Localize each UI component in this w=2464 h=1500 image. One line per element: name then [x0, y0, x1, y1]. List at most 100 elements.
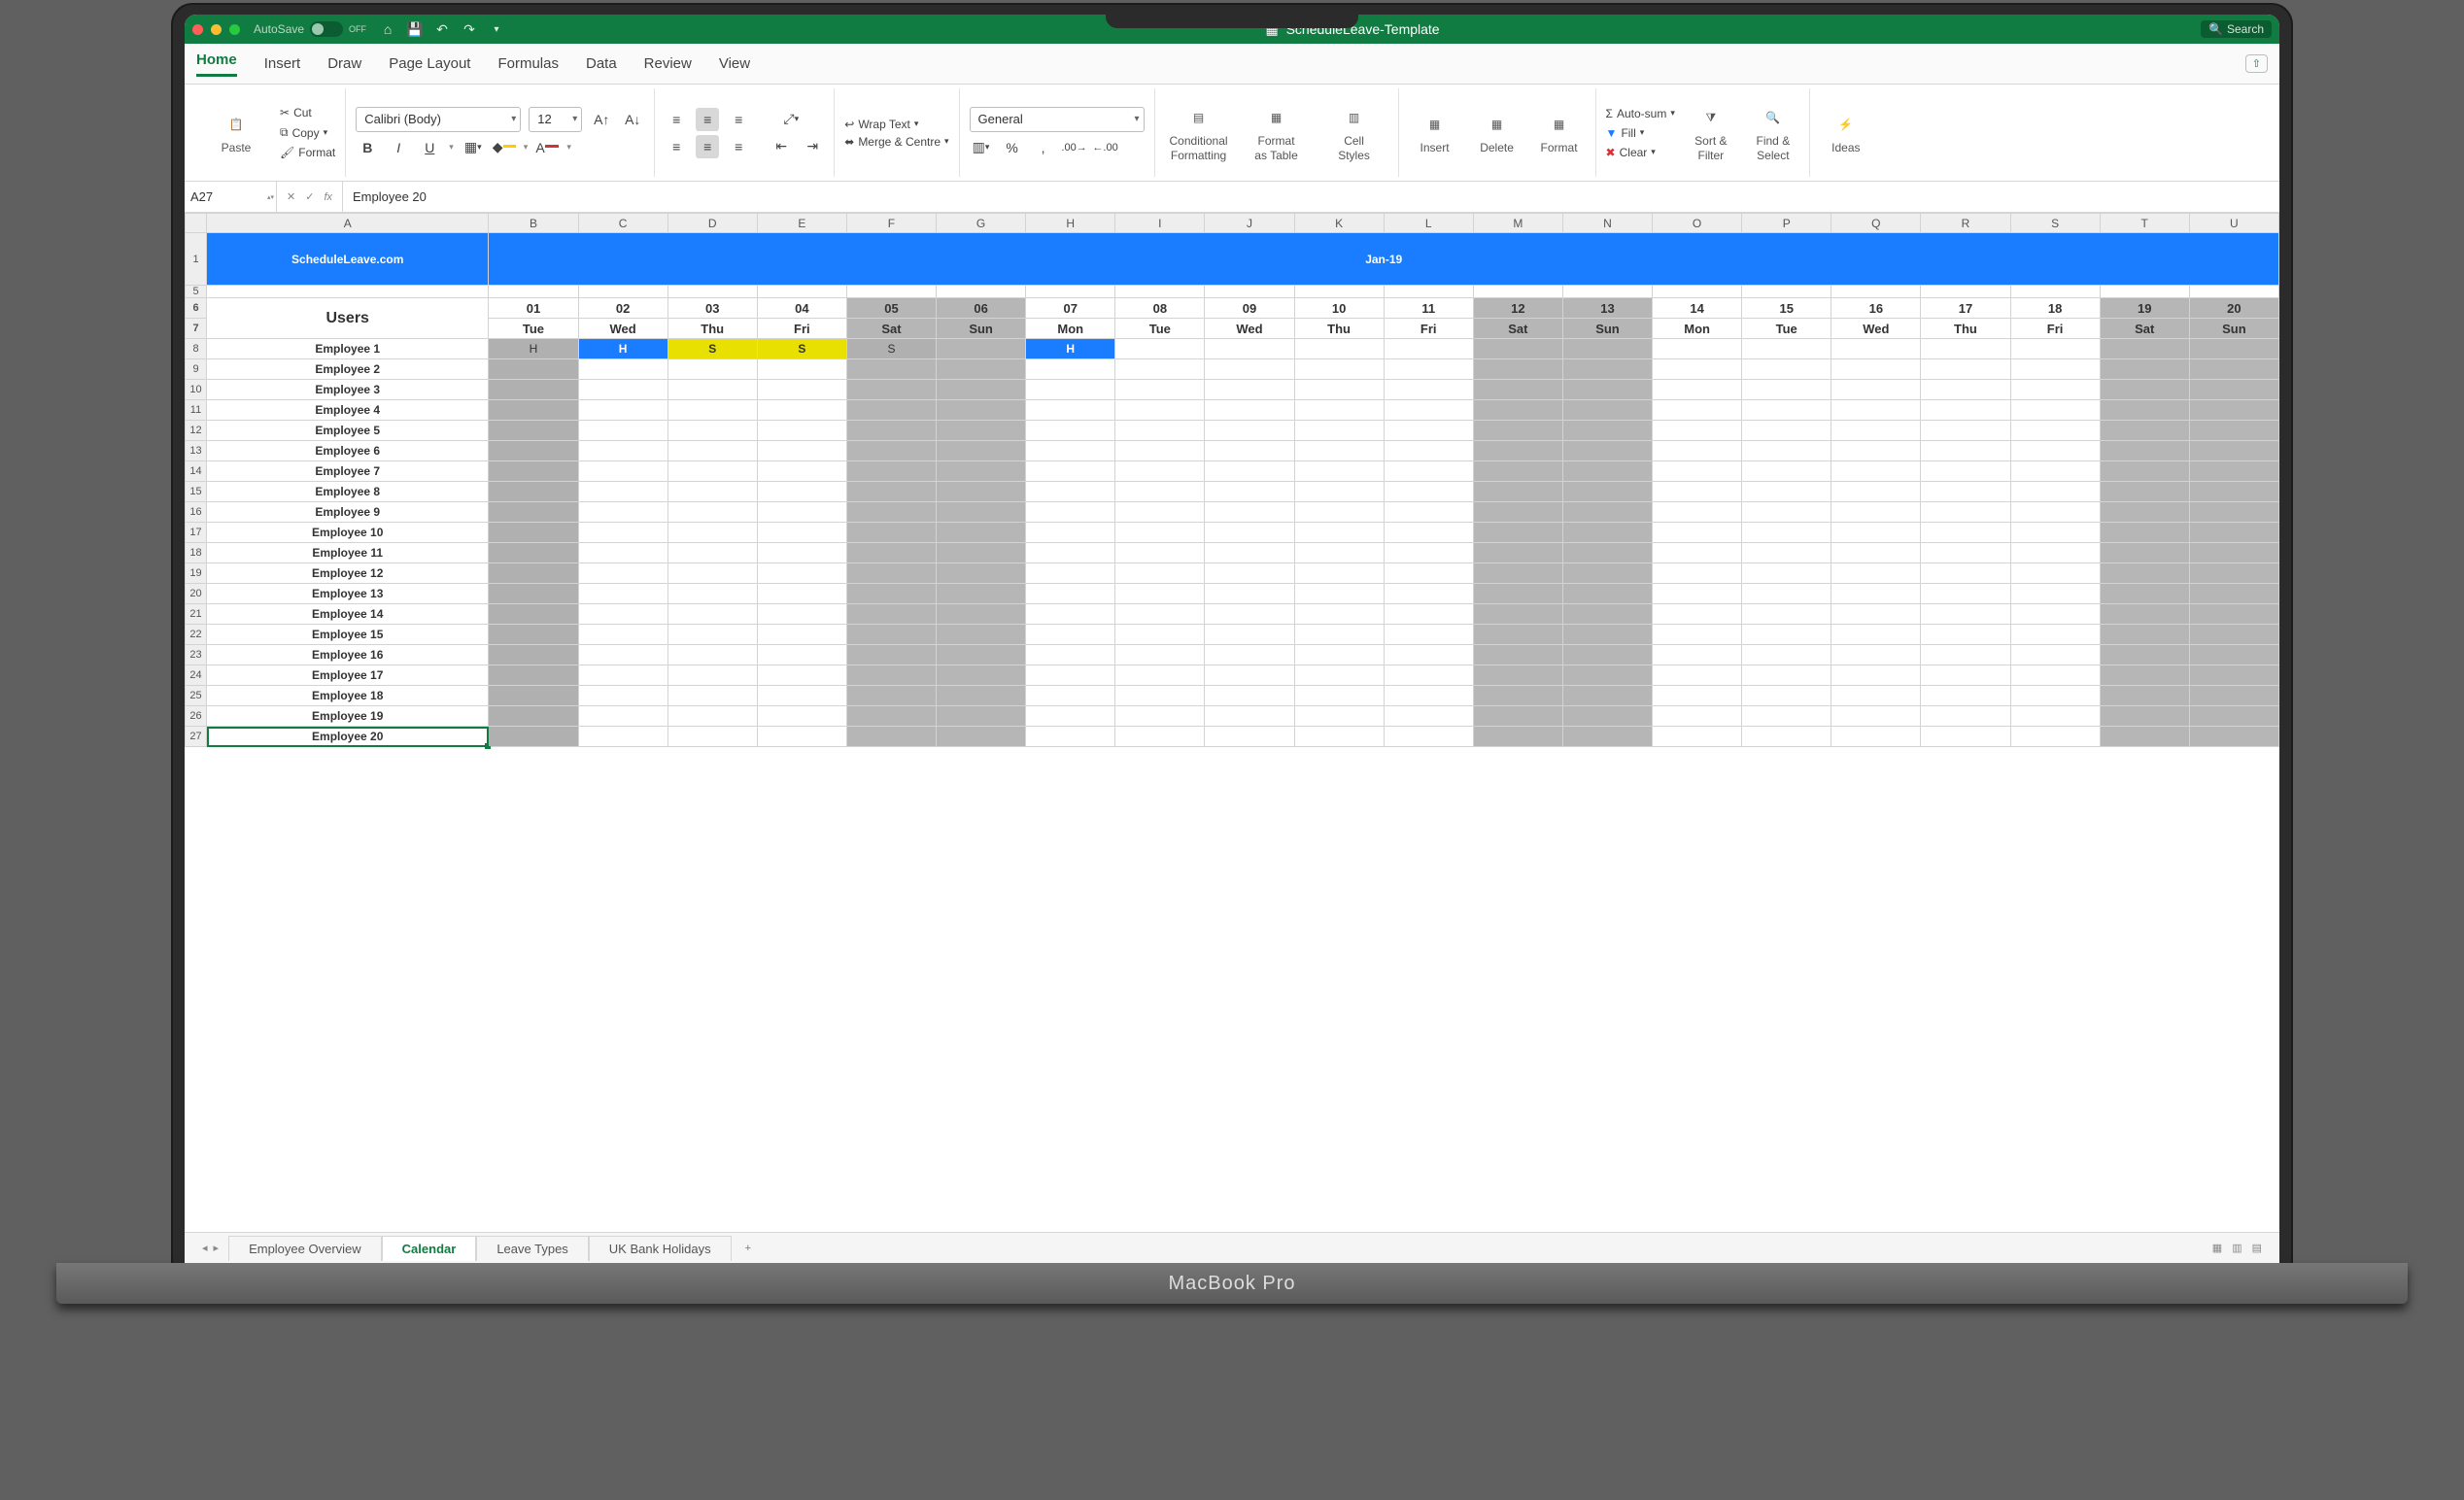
cell[interactable] [1294, 584, 1384, 604]
day-number-cell[interactable]: 12 [1473, 298, 1562, 319]
cell[interactable] [1562, 543, 1652, 563]
cell[interactable] [1473, 727, 1562, 747]
cell[interactable] [1562, 400, 1652, 421]
cell[interactable] [1115, 523, 1205, 543]
cell[interactable] [757, 482, 846, 502]
cell[interactable] [2010, 727, 2100, 747]
formula-input[interactable]: Employee 20 [343, 189, 2279, 204]
insert-button[interactable]: ▦Insert [1409, 110, 1461, 154]
cell[interactable] [2010, 523, 2100, 543]
cell[interactable] [1742, 665, 1831, 686]
cell[interactable] [1742, 563, 1831, 584]
cell[interactable] [2189, 523, 2278, 543]
cell[interactable] [846, 523, 936, 543]
clear-button[interactable]: ✖Clear▾ [1606, 146, 1656, 159]
cell[interactable] [757, 400, 846, 421]
cell[interactable] [1653, 523, 1742, 543]
cell[interactable] [1921, 523, 2010, 543]
cell[interactable] [1026, 563, 1115, 584]
cell[interactable] [667, 482, 757, 502]
day-name-cell[interactable]: Thu [1294, 319, 1384, 339]
ribbon-tab-view[interactable]: View [719, 55, 750, 72]
cell[interactable] [1205, 359, 1294, 380]
cell[interactable] [2100, 461, 2189, 482]
cell[interactable] [1026, 665, 1115, 686]
day-name-cell[interactable]: Thu [667, 319, 757, 339]
fill-color-button[interactable]: ◆ [493, 136, 516, 159]
cell[interactable] [1562, 645, 1652, 665]
cell[interactable] [1831, 625, 1921, 645]
cell[interactable] [846, 421, 936, 441]
employee-cell[interactable]: Employee 17 [207, 665, 489, 686]
column-header[interactable]: I [1115, 214, 1205, 233]
cell[interactable] [2189, 706, 2278, 727]
cell[interactable] [757, 706, 846, 727]
cell[interactable] [1921, 502, 2010, 523]
cell[interactable] [578, 727, 667, 747]
cell[interactable] [667, 706, 757, 727]
cell[interactable] [1294, 502, 1384, 523]
day-number-cell[interactable]: 16 [1831, 298, 1921, 319]
cell[interactable] [489, 286, 578, 298]
cell[interactable] [2100, 441, 2189, 461]
cell[interactable] [1653, 727, 1742, 747]
day-name-cell[interactable]: Wed [1205, 319, 1294, 339]
row-header[interactable]: 7 [186, 319, 207, 339]
cell[interactable] [2010, 286, 2100, 298]
cell[interactable] [1473, 502, 1562, 523]
row-header[interactable]: 16 [186, 502, 207, 523]
cell[interactable] [1921, 441, 2010, 461]
cell[interactable] [937, 359, 1026, 380]
cell[interactable] [1026, 482, 1115, 502]
cell[interactable] [1831, 339, 1921, 359]
cell[interactable] [1384, 604, 1473, 625]
cell[interactable] [667, 604, 757, 625]
day-name-cell[interactable]: Fri [2010, 319, 2100, 339]
day-name-cell[interactable]: Fri [757, 319, 846, 339]
cell[interactable] [1562, 421, 1652, 441]
increase-decimal-icon[interactable]: .00→ [1063, 136, 1086, 159]
cell[interactable] [578, 441, 667, 461]
cell[interactable]: S [757, 339, 846, 359]
cell[interactable] [1294, 645, 1384, 665]
cell[interactable] [1742, 421, 1831, 441]
column-header[interactable]: E [757, 214, 846, 233]
cell[interactable] [578, 625, 667, 645]
sheet-tab-calendar[interactable]: Calendar [382, 1236, 477, 1261]
cell[interactable] [1115, 563, 1205, 584]
cell[interactable] [1026, 604, 1115, 625]
cell[interactable] [757, 380, 846, 400]
cell[interactable] [2100, 421, 2189, 441]
day-name-cell[interactable]: Sun [1562, 319, 1652, 339]
cell[interactable] [1921, 604, 2010, 625]
close-icon[interactable] [192, 24, 203, 35]
cell[interactable] [1294, 523, 1384, 543]
cell[interactable] [1294, 625, 1384, 645]
cell[interactable] [1473, 461, 1562, 482]
day-name-cell[interactable]: Sat [846, 319, 936, 339]
cell[interactable] [1205, 441, 1294, 461]
column-header[interactable]: O [1653, 214, 1742, 233]
cell[interactable] [2010, 584, 2100, 604]
cell[interactable] [757, 645, 846, 665]
accept-fx-icon[interactable]: ✓ [305, 190, 314, 203]
cell[interactable] [2189, 461, 2278, 482]
cell[interactable] [2100, 523, 2189, 543]
cell[interactable] [1921, 380, 2010, 400]
cell[interactable] [1473, 645, 1562, 665]
cell[interactable] [2100, 584, 2189, 604]
employee-cell[interactable]: Employee 18 [207, 686, 489, 706]
cell[interactable] [1653, 441, 1742, 461]
cell[interactable] [667, 400, 757, 421]
cell[interactable] [1653, 665, 1742, 686]
cell[interactable] [937, 421, 1026, 441]
cell[interactable] [2189, 604, 2278, 625]
cell[interactable] [1473, 563, 1562, 584]
row-header[interactable]: 5 [186, 286, 207, 298]
cell[interactable] [1205, 400, 1294, 421]
minimize-icon[interactable] [211, 24, 222, 35]
column-header[interactable]: F [846, 214, 936, 233]
day-number-cell[interactable]: 05 [846, 298, 936, 319]
cell[interactable] [757, 604, 846, 625]
employee-cell[interactable]: Employee 8 [207, 482, 489, 502]
